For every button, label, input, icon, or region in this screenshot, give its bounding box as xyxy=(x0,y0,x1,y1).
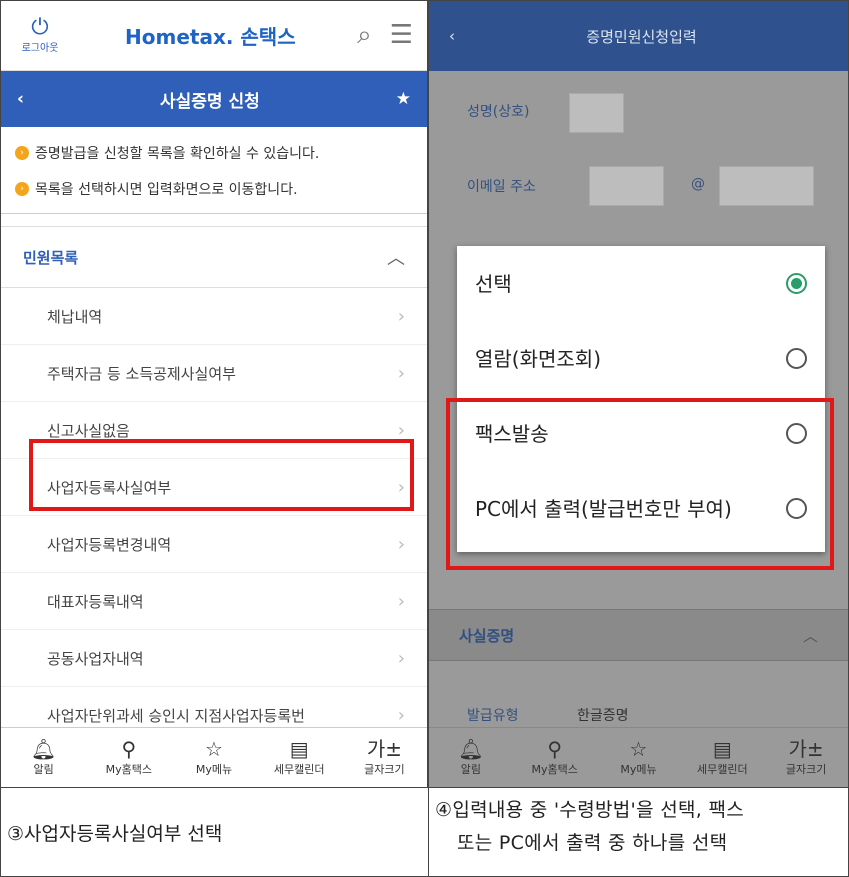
issue-type-select[interactable]: 한글증명 xyxy=(577,705,629,725)
info-bullet-icon: › xyxy=(15,182,29,196)
hamburger-menu-icon[interactable]: ☰ xyxy=(390,20,413,51)
notice-row: › 목록을 선택하시면 입력화면으로 이동합니다. xyxy=(15,171,413,207)
chevron-right-icon: › xyxy=(397,704,405,726)
logout-label: 로그아웃 xyxy=(21,43,59,54)
font-size-icon: 가± xyxy=(366,736,402,761)
bottom-tab-bar: 🔔︎ 알림 ⚲ My홈택스 ☆ My메뉴 ▤ 세무캘린더 가± 글자크기 xyxy=(1,727,427,787)
list-item[interactable]: 체납내역 › xyxy=(1,288,427,345)
list-item[interactable]: 공동사업자내역 › xyxy=(1,630,427,687)
list-item[interactable]: 대표자등록내역 › xyxy=(1,573,427,630)
caption-right: ④입력내용 중 '수령방법'을 선택, 팩스 또는 PC에서 출력 중 하나를 … xyxy=(428,787,849,877)
tab-font-size[interactable]: 가± 글자크기 xyxy=(764,728,848,787)
name-label: 성명(상호) xyxy=(467,104,530,120)
chevron-right-icon: › xyxy=(397,419,405,441)
option-view[interactable]: 열람(화면조회) xyxy=(457,321,825,396)
radio-icon[interactable] xyxy=(786,348,807,369)
tab-my-hometax[interactable]: ⚲ My홈택스 xyxy=(86,728,171,787)
section-header-civil-list[interactable]: 민원목록 ︿ xyxy=(1,226,427,288)
tab-my-menu[interactable]: ☆ My메뉴 xyxy=(171,728,256,787)
email-domain-field[interactable] xyxy=(719,166,814,206)
chevron-right-icon: › xyxy=(397,533,405,555)
email-at: @ xyxy=(691,176,705,192)
bell-icon: 🔔︎ xyxy=(458,736,484,761)
bottom-tab-bar: 🔔︎ 알림 ⚲ My홈택스 ☆ My메뉴 ▤ 세무캘린더 가± 글자크기 xyxy=(429,727,848,787)
back-icon[interactable]: ‹ xyxy=(17,89,24,109)
star-icon: ☆ xyxy=(629,736,648,761)
search-icon[interactable]: ⌕ xyxy=(357,20,372,51)
power-icon: ⏻ xyxy=(31,15,49,40)
page-title: 사실증명 신청 xyxy=(160,91,260,112)
person-icon: ⚲ xyxy=(547,736,563,761)
email-local-field[interactable] xyxy=(589,166,664,206)
chevron-up-icon: ︿ xyxy=(387,248,405,269)
calendar-icon: ▤ xyxy=(289,736,309,761)
list-item[interactable]: 사업자등록변경내역 › xyxy=(1,516,427,573)
chevron-up-icon: ︿ xyxy=(802,626,818,645)
bell-icon: 🔔︎ xyxy=(30,736,57,761)
tab-tax-calendar[interactable]: ▤ 세무캘린더 xyxy=(680,728,764,787)
left-screenshot: ⏻ 로그아웃 Hometax. 손택스 ⌕ ☰ ‹ 사실증명 신청 ★ › 증명… xyxy=(0,0,428,788)
radio-checked-icon[interactable] xyxy=(786,273,807,294)
highlight-box xyxy=(446,398,834,570)
favorite-star-icon[interactable]: ★ xyxy=(396,89,411,109)
calendar-icon: ▤ xyxy=(712,736,732,761)
email-label: 이메일 주소 xyxy=(467,179,536,195)
app-header: ‹ 증명민원신청입력 xyxy=(429,1,848,71)
hometax-logo[interactable]: Hometax. 손택스 xyxy=(125,21,296,50)
option-select[interactable]: 선택 xyxy=(457,246,825,321)
tab-font-size[interactable]: 가± 글자크기 xyxy=(342,728,427,787)
logout-button[interactable]: ⏻ 로그아웃 xyxy=(15,15,65,55)
caption-left: ③사업자등록사실여부 선택 xyxy=(0,787,429,877)
tab-my-hometax[interactable]: ⚲ My홈택스 xyxy=(513,728,597,787)
app-header: ⏻ 로그아웃 Hometax. 손택스 ⌕ ☰ xyxy=(1,1,427,71)
highlight-box xyxy=(29,439,414,511)
chevron-right-icon: › xyxy=(397,305,405,327)
notice-row: › 증명발급을 신청할 목록을 확인하실 수 있습니다. xyxy=(15,135,413,171)
right-screenshot: ‹ 증명민원신청입력 성명(상호) 이메일 주소 @ 선택 열람(화면조회) 팩… xyxy=(428,0,849,788)
list-item[interactable]: 주택자금 등 소득공제사실여부 › xyxy=(1,345,427,402)
notice-box: › 증명발급을 신청할 목록을 확인하실 수 있습니다. › 목록을 선택하시면… xyxy=(1,127,427,214)
chevron-right-icon: › xyxy=(397,590,405,612)
info-bullet-icon: › xyxy=(15,146,29,160)
section-header-fact-proof[interactable]: 사실증명 ︿ xyxy=(429,609,848,661)
person-icon: ⚲ xyxy=(121,736,137,761)
page-title: 증명민원신청입력 xyxy=(586,27,697,46)
issue-type-label: 발급유형 xyxy=(467,708,519,724)
chevron-right-icon: › xyxy=(397,362,405,384)
page-title-bar: ‹ 사실증명 신청 ★ xyxy=(1,71,427,127)
font-size-icon: 가± xyxy=(788,736,824,761)
tab-alarm[interactable]: 🔔︎ 알림 xyxy=(429,728,513,787)
tab-tax-calendar[interactable]: ▤ 세무캘린더 xyxy=(257,728,342,787)
star-icon: ☆ xyxy=(205,736,223,761)
chevron-right-icon: › xyxy=(397,647,405,669)
civil-list: 체납내역 › 주택자금 등 소득공제사실여부 › 신고사실없음 › 사업자등록사실여부… xyxy=(1,288,427,744)
tab-alarm[interactable]: 🔔︎ 알림 xyxy=(1,728,86,787)
tab-my-menu[interactable]: ☆ My메뉴 xyxy=(597,728,681,787)
name-field[interactable] xyxy=(569,93,624,133)
